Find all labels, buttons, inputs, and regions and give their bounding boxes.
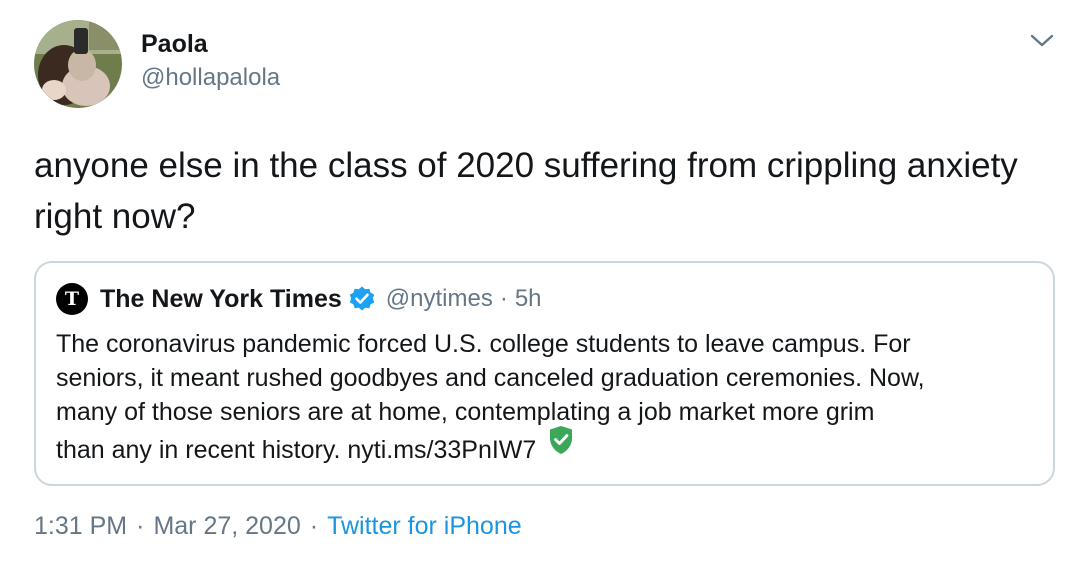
avatar[interactable] — [34, 20, 122, 108]
tweet-time[interactable]: 1:31 PM — [34, 512, 127, 540]
quoted-text-line-last: than any in recent history. nyti.ms/33Pn… — [56, 426, 1041, 467]
quoted-text-line: seniors, it meant rushed goodbyes and ca… — [56, 364, 925, 392]
tweet-date[interactable]: Mar 27, 2020 — [153, 512, 300, 540]
quoted-text-line: The coronavirus pandemic forced U.S. col… — [56, 330, 911, 358]
quoted-author-handle: @nytimes — [385, 285, 493, 312]
source-link[interactable]: Twitter for iPhone — [327, 512, 522, 540]
quoted-tweet-card[interactable]: T The New York Times @nytimes · 5h The c… — [34, 261, 1055, 486]
quoted-text-line: than any in recent history. nyti.ms/33Pn… — [56, 436, 537, 464]
quoted-tweet-text: The coronavirus pandemic forced U.S. col… — [56, 327, 1041, 467]
verified-badge-icon — [349, 286, 374, 311]
tweet-metadata: 1:31 PM · Mar 27, 2020 · Twitter for iPhone — [34, 512, 522, 541]
quoted-tweet-header: T The New York Times @nytimes · 5h — [56, 283, 542, 315]
quoted-tweet-time: 5h — [514, 285, 542, 312]
chevron-down-icon[interactable] — [1029, 30, 1055, 50]
nyt-logo-icon: T — [56, 283, 88, 315]
separator-dot: · — [136, 512, 145, 540]
quoted-author-name: The New York Times — [100, 284, 342, 313]
tweet-text: anyone else in the class of 2020 sufferi… — [34, 146, 1018, 236]
separator-dot: · — [499, 285, 508, 312]
display-name[interactable]: Paola — [141, 30, 208, 59]
quoted-text-line: many of those seniors are at home, conte… — [56, 398, 875, 426]
user-handle[interactable]: @hollapalola — [141, 64, 280, 92]
tweet: Paola @hollapalola anyone else in the cl… — [0, 0, 1078, 572]
shield-check-icon — [550, 426, 573, 454]
separator-dot: · — [309, 512, 319, 540]
